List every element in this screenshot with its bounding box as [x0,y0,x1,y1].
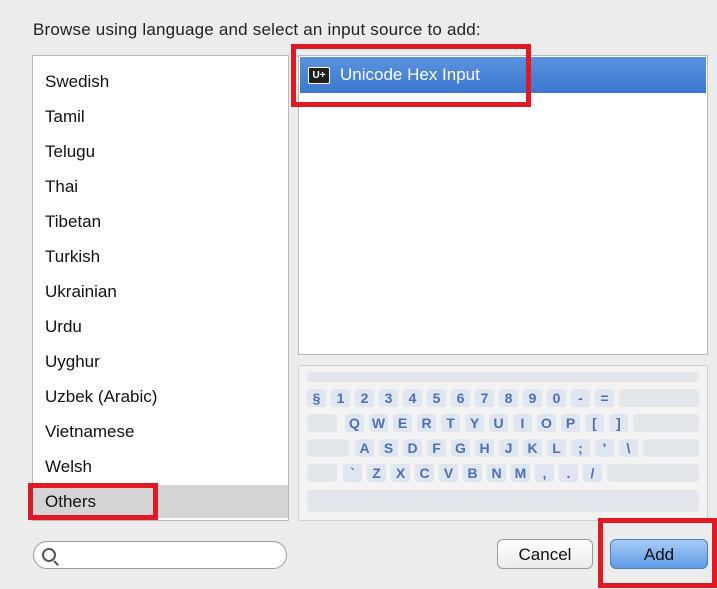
language-item[interactable]: Telugu [33,135,288,168]
key: [ [585,414,604,432]
key: 3 [379,389,398,407]
search-input[interactable] [60,545,274,567]
key: P [561,414,580,432]
key: U [489,414,508,432]
key: K [523,439,542,457]
key: 7 [475,389,494,407]
key: V [439,464,458,482]
language-list[interactable]: Swedish Tamil Telugu Thai Tibetan Turkis… [32,55,289,521]
key: . [559,464,578,482]
key: B [463,464,482,482]
search-field[interactable] [33,541,287,569]
key: S [379,439,398,457]
key: 4 [403,389,422,407]
language-item[interactable]: Urdu [33,310,288,343]
key: C [415,464,434,482]
key: I [513,414,532,432]
language-item[interactable]: Turkish [33,240,288,273]
language-item[interactable]: Uzbek (Arabic) [33,380,288,413]
highlight-box-others [28,483,158,520]
key: 8 [499,389,518,407]
key: ' [595,439,614,457]
key: M [511,464,530,482]
dialog-prompt: Browse using language and select an inpu… [33,20,481,39]
language-item[interactable]: Ukrainian [33,275,288,308]
key: § [307,389,326,407]
key: - [571,389,590,407]
key: O [537,414,556,432]
key: Z [367,464,386,482]
language-item[interactable]: Vietnamese [33,415,288,448]
key: G [451,439,470,457]
key: X [391,464,410,482]
search-icon [42,548,56,562]
key: , [535,464,554,482]
key: R [417,414,436,432]
key: N [487,464,506,482]
key: A [355,439,374,457]
key: ; [571,439,590,457]
key: ] [609,414,628,432]
key: E [393,414,412,432]
key: D [403,439,422,457]
keyboard-preview: § 1 2 3 4 5 6 7 8 9 0 - = Q W E R T Y U … [298,365,708,521]
highlight-box-input-source [291,44,531,107]
language-item[interactable]: Thai [33,170,288,203]
key: / [583,464,602,482]
key: 1 [331,389,350,407]
key: 5 [427,389,446,407]
language-item[interactable]: Tamil [33,100,288,133]
key: 9 [523,389,542,407]
key: 0 [547,389,566,407]
key: = [595,389,614,407]
language-item[interactable]: Swedish [33,65,288,98]
language-item[interactable]: Tibetan [33,205,288,238]
language-item[interactable]: Uyghur [33,345,288,378]
key: 6 [451,389,470,407]
cancel-button[interactable]: Cancel [497,539,593,569]
key: H [475,439,494,457]
key: T [441,414,460,432]
key: 2 [355,389,374,407]
key: L [547,439,566,457]
key: \ [619,439,638,457]
key: Y [465,414,484,432]
key: W [369,414,388,432]
language-item[interactable]: Welsh [33,450,288,483]
add-input-source-dialog: Browse using language and select an inpu… [0,0,717,589]
highlight-box-add [598,518,717,588]
key: ` [343,464,362,482]
key: F [427,439,446,457]
key: J [499,439,518,457]
key: Q [345,414,364,432]
